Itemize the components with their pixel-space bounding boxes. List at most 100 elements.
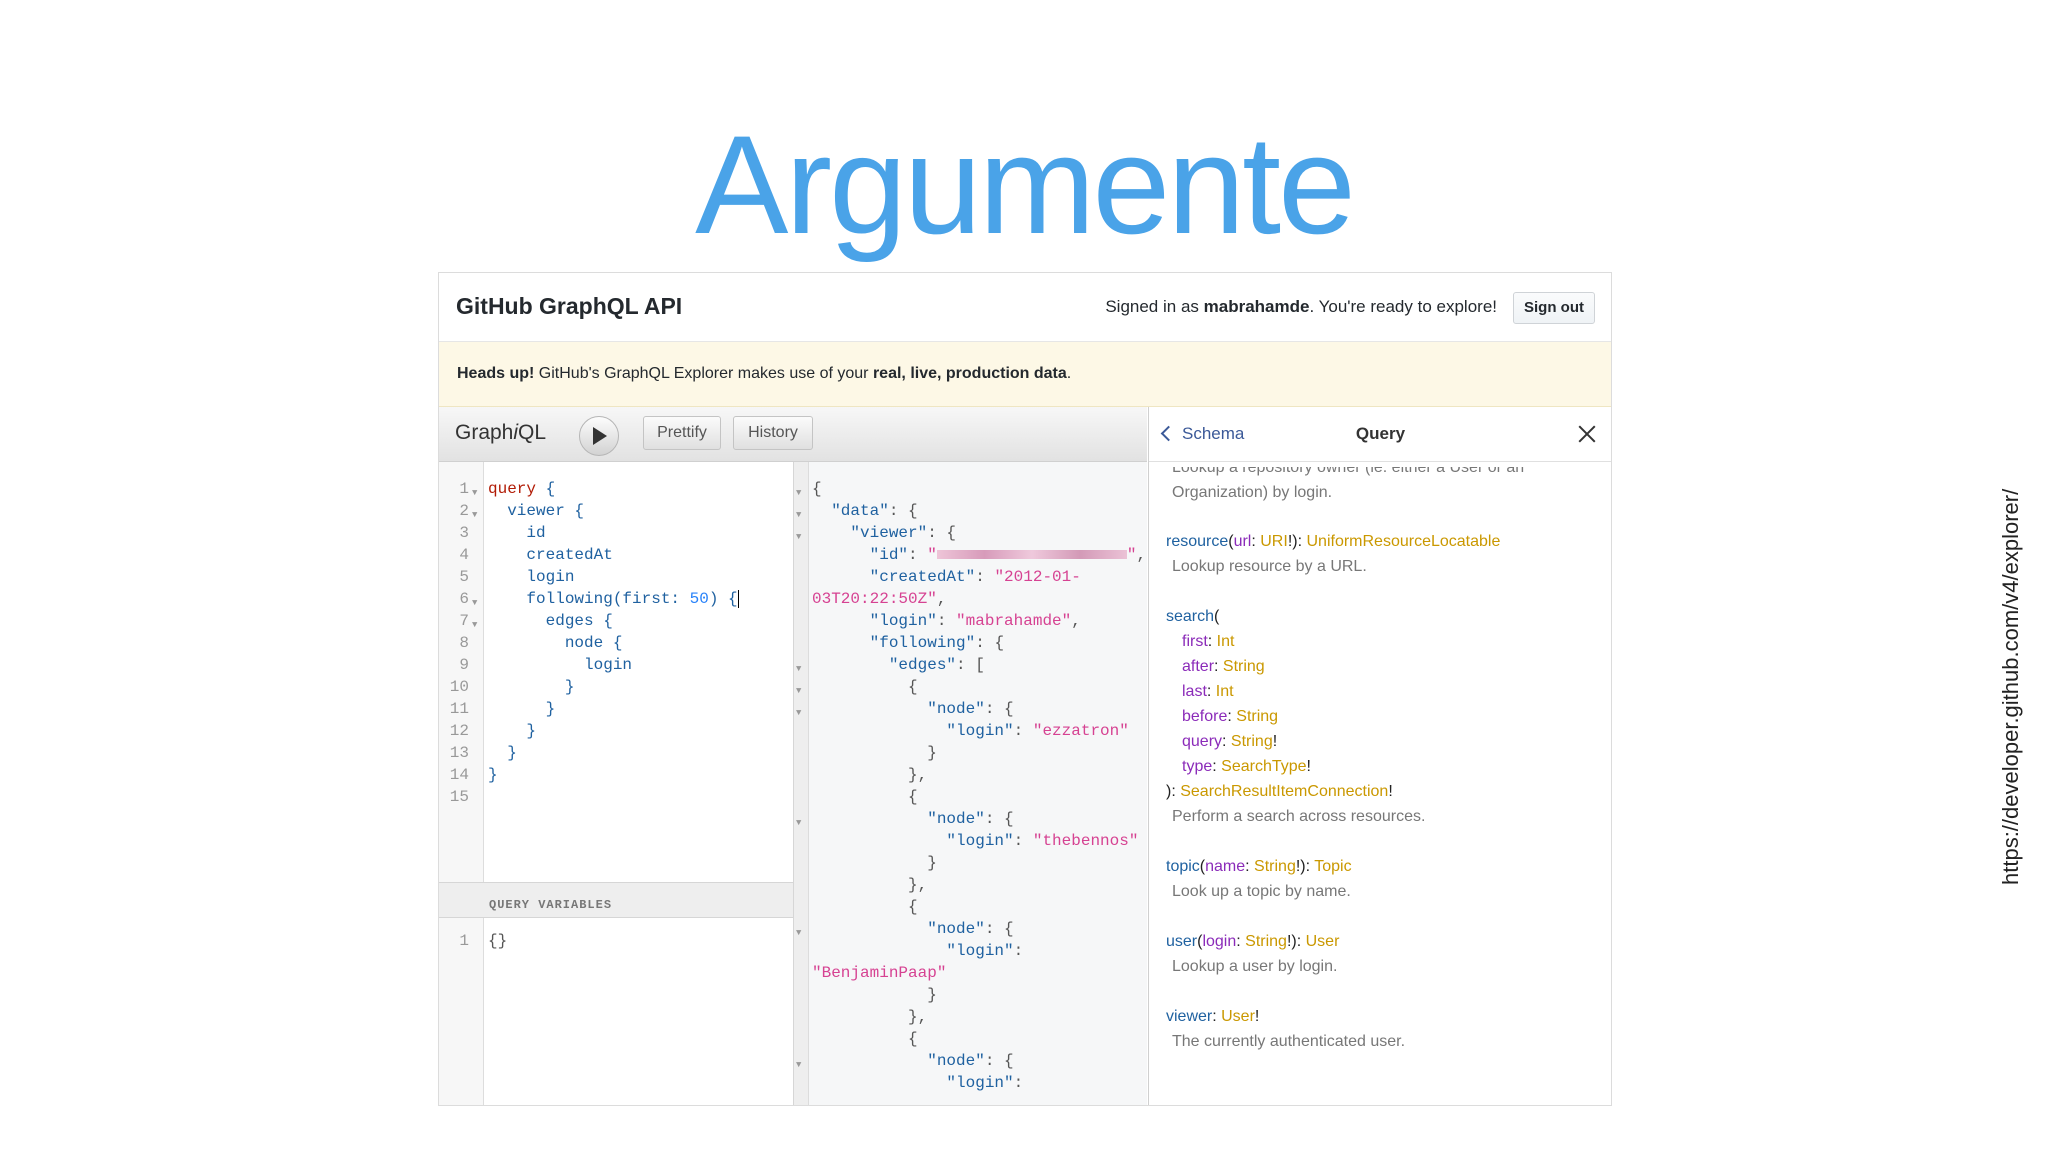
non-null-marker: ! (1272, 733, 1278, 750)
field-name[interactable]: search (1166, 608, 1214, 625)
arg-name: last (1182, 683, 1207, 700)
result-line: "login": "ezzatron" (946, 722, 1129, 740)
result-line: "login": "mabrahamde", (869, 612, 1081, 630)
fold-arrow-icon[interactable]: ▼ (796, 812, 801, 834)
line-number: 8 (459, 634, 469, 652)
fold-arrow-icon[interactable]: ▼ (472, 592, 477, 614)
json-key: "data" (831, 502, 889, 520)
prettify-button[interactable]: Prettify (643, 416, 721, 450)
type-link[interactable]: String (1223, 658, 1265, 675)
text-cursor (737, 589, 739, 608)
json-key: "login" (946, 942, 1014, 960)
fold-arrow-icon[interactable]: ▼ (472, 504, 477, 526)
result-line: { (812, 1030, 918, 1048)
type-link[interactable]: String (1254, 858, 1296, 875)
code-line: id (488, 524, 546, 542)
fold-arrow-icon[interactable]: ▼ (796, 1054, 801, 1076)
warning-text: Heads up! GitHub's GraphQL Explorer make… (457, 365, 1071, 383)
line-number: 5 (459, 568, 469, 586)
json-string: 03T20:22:50Z" (812, 590, 937, 608)
type-link[interactable]: String (1245, 933, 1287, 950)
type-link[interactable]: Int (1216, 683, 1234, 700)
docs-header: Schema Query (1149, 407, 1611, 462)
type-link[interactable]: SearchResultItemConnection (1180, 783, 1388, 800)
arg-name: login (1202, 933, 1237, 950)
warning-heading: Heads up! (457, 365, 535, 382)
type-link[interactable]: User (1221, 1008, 1255, 1025)
warning-emphasis: real, live, production data (872, 365, 1067, 382)
docs-title: Query (1355, 424, 1406, 443)
type-link[interactable]: UniformResourceLocatable (1306, 533, 1500, 550)
result-line: "login": (946, 942, 1024, 960)
fold-arrow-icon[interactable]: ▼ (796, 504, 801, 526)
result-line: }, (812, 1008, 928, 1026)
search-arg: last: Int (1182, 683, 1234, 700)
search-arg: query: String! (1182, 733, 1278, 750)
type-link[interactable]: String (1236, 708, 1278, 725)
fold-arrow-icon[interactable]: ▼ (796, 702, 801, 724)
doc-field-search: search( (1166, 608, 1220, 625)
arg-name: url (1233, 533, 1252, 550)
fold-arrow-icon[interactable]: ▼ (796, 482, 801, 504)
field-description: Organization) by login. (1172, 484, 1333, 501)
result-line: 03T20:22:50Z", (812, 590, 947, 608)
type-link[interactable]: String (1231, 733, 1273, 750)
signed-prefix: Signed in as (1105, 297, 1204, 316)
query-keyword: query (488, 480, 537, 498)
code-line: login (488, 656, 633, 674)
code-line: } (488, 678, 575, 696)
logo-part-a: Graph (455, 421, 514, 444)
line-number: 3 (459, 524, 469, 542)
argument-value: 50 (689, 590, 709, 608)
field-description: Perform a search across resources. (1172, 808, 1426, 825)
fold-arrow-icon[interactable]: ▼ (796, 526, 801, 548)
field-name[interactable]: resource (1166, 533, 1228, 550)
fold-arrow-icon[interactable]: ▼ (472, 614, 477, 636)
result-line: "BenjaminPaap" (812, 962, 946, 984)
graphql-explorer-window: GitHub GraphQL API Signed in as mabraham… (438, 272, 1612, 1106)
fold-arrow-icon[interactable]: ▼ (796, 680, 801, 702)
sign-out-button[interactable]: Sign out (1513, 292, 1595, 324)
query-variables-header[interactable]: QUERY VARIABLES (439, 882, 793, 918)
json-key: "node" (927, 700, 985, 718)
result-line: "login": "thebennos" (946, 832, 1139, 850)
close-icon[interactable] (1578, 425, 1596, 443)
fold-arrow-icon[interactable]: ▼ (796, 922, 801, 944)
code-line: following(first: 50) { (488, 588, 739, 610)
search-arg: first: Int (1182, 633, 1235, 650)
search-arg: after: String (1182, 658, 1265, 675)
code-line: node { (488, 634, 623, 652)
field-description: Lookup a user by login. (1172, 958, 1338, 975)
source-url: https://developer.github.com/v4/explorer… (1998, 488, 2023, 885)
field-description: The currently authenticated user. (1172, 1033, 1406, 1050)
result-line: } (812, 986, 937, 1004)
history-button[interactable]: History (733, 416, 813, 450)
result-line: } (812, 744, 937, 762)
line-number: 15 (449, 788, 469, 806)
fold-arrow-icon[interactable]: ▼ (796, 658, 801, 680)
warning-banner: Heads up! GitHub's GraphQL Explorer make… (439, 342, 1611, 407)
fold-arrow-icon[interactable]: ▼ (472, 482, 477, 504)
field-description: Lookup resource by a URL. (1172, 558, 1367, 575)
slide-title: Argumente (695, 106, 1356, 263)
logo-part-b: QL (518, 421, 547, 444)
type-link[interactable]: SearchType (1221, 758, 1306, 775)
field-name[interactable]: topic (1166, 858, 1200, 875)
type-link[interactable]: URI (1260, 533, 1288, 550)
field-name[interactable]: viewer (1166, 1008, 1212, 1025)
line-number: 1 (459, 932, 469, 950)
field-name[interactable]: user (1166, 933, 1197, 950)
query-editor[interactable]: 1 2 3 4 5 6 7 8 9 10 11 12 13 14 15 ▼ ▼ … (439, 462, 794, 1105)
type-link[interactable]: Int (1217, 633, 1235, 650)
line-number: 2 (459, 502, 469, 520)
result-line: { (812, 678, 918, 696)
type-link[interactable]: Topic (1314, 858, 1351, 875)
search-arg: before: String (1182, 708, 1279, 725)
arg-name: type (1182, 758, 1213, 775)
execute-query-button[interactable] (579, 416, 619, 456)
result-line: { (812, 480, 822, 498)
variables-editor[interactable]: {} (488, 930, 507, 952)
code-line: viewer { (488, 502, 585, 520)
warning-text-1: GitHub's GraphQL Explorer makes use of y… (534, 365, 873, 382)
type-link[interactable]: User (1306, 933, 1340, 950)
